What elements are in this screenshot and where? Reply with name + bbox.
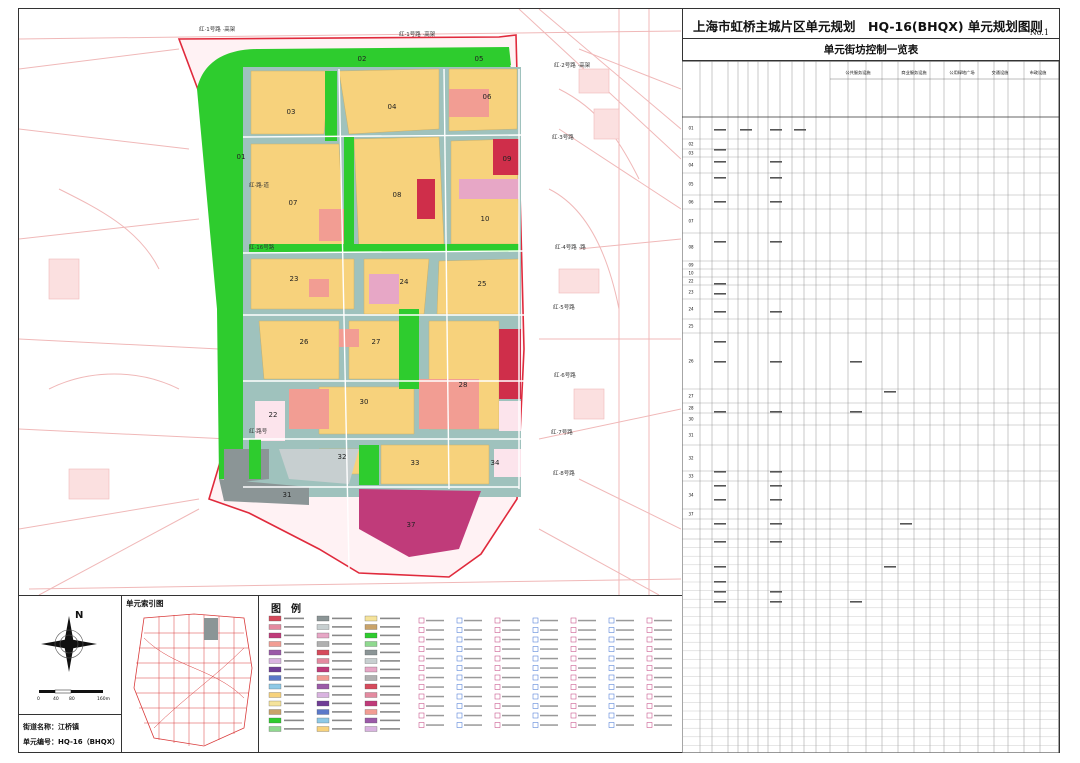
table-row-code: 31 <box>688 433 694 438</box>
svg-text:红·2号路 ·高架: 红·2号路 ·高架 <box>554 61 591 69</box>
table-title: 单元街坊控制一览表 <box>682 39 1059 61</box>
svg-text:红·3号路: 红·3号路 <box>552 133 574 141</box>
table-row-code: 30 <box>688 417 694 422</box>
svg-text:红·4号路 ·路: 红·4号路 ·路 <box>555 243 586 251</box>
block-label-02: 02 <box>358 55 367 63</box>
planning-map: 红·1号路 ·高架红·1号路 ·高架 红·2号路 ·高架红·3号路 红·4号路 … <box>19 9 681 595</box>
table-col-group: 交通设施 <box>992 69 1010 76</box>
block-label-08: 08 <box>393 191 402 199</box>
table-row-code: 28 <box>688 406 694 411</box>
table-row-code: 04 <box>688 163 694 168</box>
sheet-number: No.1 <box>1029 28 1049 37</box>
svg-text:红·路·道: 红·路·道 <box>249 181 269 189</box>
table-row-code: 03 <box>688 151 694 156</box>
block-label-22: 22 <box>269 411 278 419</box>
svg-text:红·1号路 ·高架: 红·1号路 ·高架 <box>199 25 236 33</box>
block-label-09: 09 <box>503 155 512 163</box>
table-row-code: 37 <box>688 512 694 517</box>
scale-label: 40 <box>53 696 59 702</box>
block-label-31: 31 <box>283 491 292 499</box>
table-col-group: 商业服务设施 <box>901 69 927 76</box>
table-row-code: 06 <box>688 200 694 205</box>
table-row-code: 27 <box>688 394 694 399</box>
table-row-code: 24 <box>688 307 694 312</box>
block-label-01: 01 <box>237 153 246 161</box>
street-name: 街道名称：江桥镇 <box>23 723 79 731</box>
table-col-group: 公共服务设施 <box>845 69 871 76</box>
block-label-28: 28 <box>459 381 468 389</box>
svg-text:红·路号: 红·路号 <box>249 427 268 435</box>
table-col-group: 公用绿地广场 <box>949 69 974 76</box>
scale-label: 0 <box>37 696 40 702</box>
svg-text:红·6号路: 红·6号路 <box>554 371 576 379</box>
block-label-03: 03 <box>287 108 296 116</box>
svg-text:红·7号路: 红·7号路 <box>551 428 573 436</box>
table-row-code: 26 <box>688 359 694 364</box>
svg-text:红·5号路: 红·5号路 <box>553 303 575 311</box>
svg-text:红·8号路: 红·8号路 <box>553 469 575 477</box>
compass: N 0 40 80 160m <box>37 610 110 702</box>
table-col-group: 市政设施 <box>1030 69 1048 76</box>
scale-label: 80 <box>69 696 75 702</box>
svg-text:红·1号路 ·高架: 红·1号路 ·高架 <box>399 30 436 38</box>
table-row-code: 23 <box>688 290 694 295</box>
table-row-code: 07 <box>688 219 694 224</box>
table-row-code: 34 <box>688 493 694 498</box>
north-arrow-icon <box>41 616 97 672</box>
current-unit-highlight <box>204 618 218 640</box>
block-label-34: 34 <box>491 459 500 467</box>
index-map-panel: 单元索引图 <box>121 596 259 753</box>
table-row-code: 02 <box>688 142 694 147</box>
title-panel: 上海市虹桥主城片区单元规划 HQ-16(BHQX) 单元规划图则 No.1 <box>682 9 1059 39</box>
scale-label: 160m <box>97 696 110 702</box>
block-label-25: 25 <box>478 280 487 288</box>
block-label-04: 04 <box>388 103 397 111</box>
block-label-23: 23 <box>290 275 299 283</box>
legend-swatches <box>268 615 672 732</box>
block-label-33: 33 <box>411 459 420 467</box>
block-label-10: 10 <box>481 215 490 223</box>
block-label-06: 06 <box>483 93 492 101</box>
block-label-30: 30 <box>360 398 369 406</box>
legend-panel: 图 例 <box>259 596 682 753</box>
table-row-code: 33 <box>688 474 694 479</box>
table-row-code: 22 <box>688 279 694 284</box>
north-label: N <box>75 610 83 621</box>
scale-bar-labels: 0 40 80 160m <box>37 696 110 702</box>
block-label-26: 26 <box>300 338 309 346</box>
unit-code: 单元编号：HQ-16（BHQX） <box>23 738 120 746</box>
block-label-05: 05 <box>475 55 484 63</box>
table-row-code: 10 <box>688 271 694 276</box>
drawing-title: 上海市虹桥主城片区单元规划 HQ-16(BHQX) 单元规划图则 <box>693 19 1043 34</box>
block-label-24: 24 <box>400 278 409 286</box>
block-control-table: 公共服务设施 商业服务设施 公用绿地广场 交通设施 市政设施 01 02 03 04 05 06 07… <box>682 61 1059 753</box>
unit-info: 街道名称：江桥镇 单元编号：HQ-16（BHQX） <box>19 714 121 753</box>
table-row-code: 25 <box>688 324 694 329</box>
table-row-code: 01 <box>688 126 694 131</box>
block-label-37: 37 <box>407 521 416 529</box>
table-row-code: 05 <box>688 182 694 187</box>
block-label-27: 27 <box>372 338 381 346</box>
table-row-code: 09 <box>688 263 694 268</box>
table-row-code: 08 <box>688 245 694 250</box>
index-map <box>124 608 258 750</box>
table-row-code: 32 <box>688 456 694 461</box>
block-label-07: 07 <box>289 199 298 207</box>
block-label-32: 32 <box>338 453 347 461</box>
svg-text:红·16号路: 红·16号路 <box>249 243 275 251</box>
